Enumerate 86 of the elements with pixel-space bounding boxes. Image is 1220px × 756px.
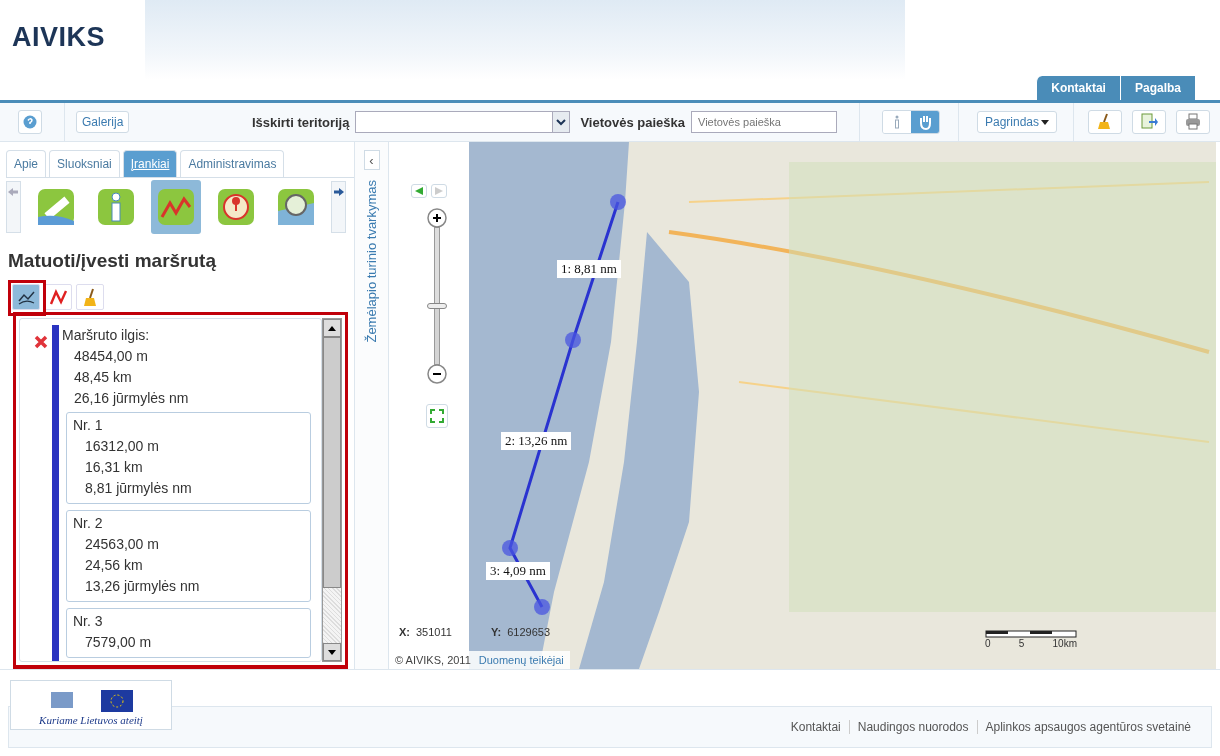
top-link[interactable]: Pagalba xyxy=(1119,76,1195,100)
scroll-left-button[interactable] xyxy=(6,181,21,233)
collapse-button[interactable]: ‹ xyxy=(363,150,380,170)
zoom-thumb[interactable] xyxy=(427,302,447,309)
triangle-right-icon xyxy=(435,187,443,195)
tool-button[interactable] xyxy=(150,180,202,234)
hand-icon xyxy=(918,114,932,130)
info-icon xyxy=(893,115,901,129)
x-coordinate-label: X: xyxy=(399,626,410,638)
scrollbar[interactable] xyxy=(322,318,342,662)
toc-label[interactable]: Žemėlapio turinio tvarkymas xyxy=(364,180,379,343)
panel-title: Matuoti/įvesti maršrutą xyxy=(8,250,217,272)
segment-value: 13,26 jūrmylės nm xyxy=(84,577,201,596)
y-coordinate-label: Y: xyxy=(491,626,502,638)
clear-button[interactable] xyxy=(1088,110,1122,134)
slogan: Kuriame Lietuvos ateitį xyxy=(39,714,143,728)
gallery-button[interactable]: Galerija xyxy=(76,111,130,133)
arrow-down-icon xyxy=(328,649,336,655)
x-coordinate-value: 351011 xyxy=(416,626,452,638)
export-button[interactable] xyxy=(1132,110,1166,134)
y-coordinate-value: 6129653 xyxy=(507,626,550,638)
measurement-label: 2: 13,26 nm xyxy=(501,432,572,450)
sidebar-tab[interactable]: Apie xyxy=(6,150,47,177)
search-label: Vietovės paieška xyxy=(580,114,685,130)
segment-value: 8,81 jūrmylės nm xyxy=(84,479,193,498)
chevron-down-icon xyxy=(556,118,567,126)
segment-title: Nr. 3 xyxy=(73,612,104,631)
delete-icon[interactable] xyxy=(34,335,48,349)
search-field[interactable]: Vietovės paieška xyxy=(691,111,837,133)
arrow-left-icon xyxy=(8,188,19,196)
scale-label: 5 xyxy=(1018,638,1025,649)
document-arrow-icon xyxy=(1139,112,1159,132)
top-link[interactable]: Kontaktai xyxy=(1036,76,1120,100)
footer-link[interactable]: Aplinkos apsaugos agentūros svetainė xyxy=(976,720,1199,734)
footer-link[interactable]: Kontaktai xyxy=(782,720,849,734)
magnifier-tool-icon xyxy=(276,187,317,227)
scale-label: 0 xyxy=(985,638,991,649)
territory-select[interactable] xyxy=(355,111,571,133)
sidebar-tab[interactable]: Sluoksniai xyxy=(49,150,120,177)
printer-icon xyxy=(1183,112,1203,132)
zoom-slider[interactable] xyxy=(427,227,447,365)
measurement-label: 3: 4,09 nm xyxy=(486,562,550,580)
pan-right-button[interactable] xyxy=(431,184,447,198)
scroll-right-button[interactable] xyxy=(331,181,347,233)
route-length-value: 48,45 km xyxy=(73,368,133,387)
segment-value: 16,31 km xyxy=(84,458,144,477)
route-length-label: Maršruto ilgis: xyxy=(62,326,151,345)
segment-value: 24563,00 m xyxy=(84,535,160,554)
arrow-up-icon xyxy=(328,325,336,331)
arrow-right-icon xyxy=(333,188,344,196)
expand-icon xyxy=(430,409,444,423)
zigzag-icon xyxy=(48,287,68,307)
pan-tool-button[interactable] xyxy=(911,111,939,133)
segment-value: 16312,00 m xyxy=(84,437,160,456)
segment-title: Nr. 1 xyxy=(73,416,104,435)
route-length-value: 26,16 jūrmylės nm xyxy=(73,389,190,408)
sidebar-tab[interactable]: Administravimas xyxy=(180,150,285,177)
site-logo[interactable]: AIVIKS xyxy=(12,22,106,53)
print-button[interactable] xyxy=(1176,110,1210,134)
segment-value: 7579,00 m xyxy=(84,633,153,652)
territory-label: Išskirti teritoriją xyxy=(251,114,350,130)
pan-left-button[interactable] xyxy=(411,184,427,198)
zoom-out-button[interactable] xyxy=(427,364,447,384)
copyright-text: © AIVIKS, 2011 xyxy=(395,654,471,666)
info-tool-button[interactable] xyxy=(883,111,911,133)
route-tool-icon xyxy=(156,187,196,227)
location-tool-icon xyxy=(216,187,257,227)
sidebar-tab[interactable]: Įrankiai xyxy=(122,150,178,177)
measurement-label: 1: 8,81 nm xyxy=(557,260,621,278)
segment-title: Nr. 2 xyxy=(73,514,104,533)
triangle-left-icon xyxy=(415,187,423,195)
zoom-in-button[interactable] xyxy=(427,208,447,228)
scale-label: 10km xyxy=(1052,638,1077,649)
help-button[interactable] xyxy=(18,110,42,134)
ruler-tool-icon xyxy=(35,187,76,227)
caret-icon xyxy=(1041,119,1049,125)
measure-mode-button[interactable] xyxy=(12,284,40,310)
full-extent-button[interactable] xyxy=(426,404,448,428)
footer-link[interactable]: Naudingos nuorodos xyxy=(848,720,977,734)
measure-mode-button[interactable] xyxy=(44,284,72,310)
info-tool-icon xyxy=(95,187,136,227)
basemap-dropdown[interactable]: Pagrindas xyxy=(977,111,1057,133)
providers-link[interactable]: Duomenų teikėjai xyxy=(478,654,564,666)
help-icon xyxy=(23,115,37,129)
segment-value: 24,56 km xyxy=(84,556,144,575)
route-length-value: 48454,00 m xyxy=(73,347,149,366)
